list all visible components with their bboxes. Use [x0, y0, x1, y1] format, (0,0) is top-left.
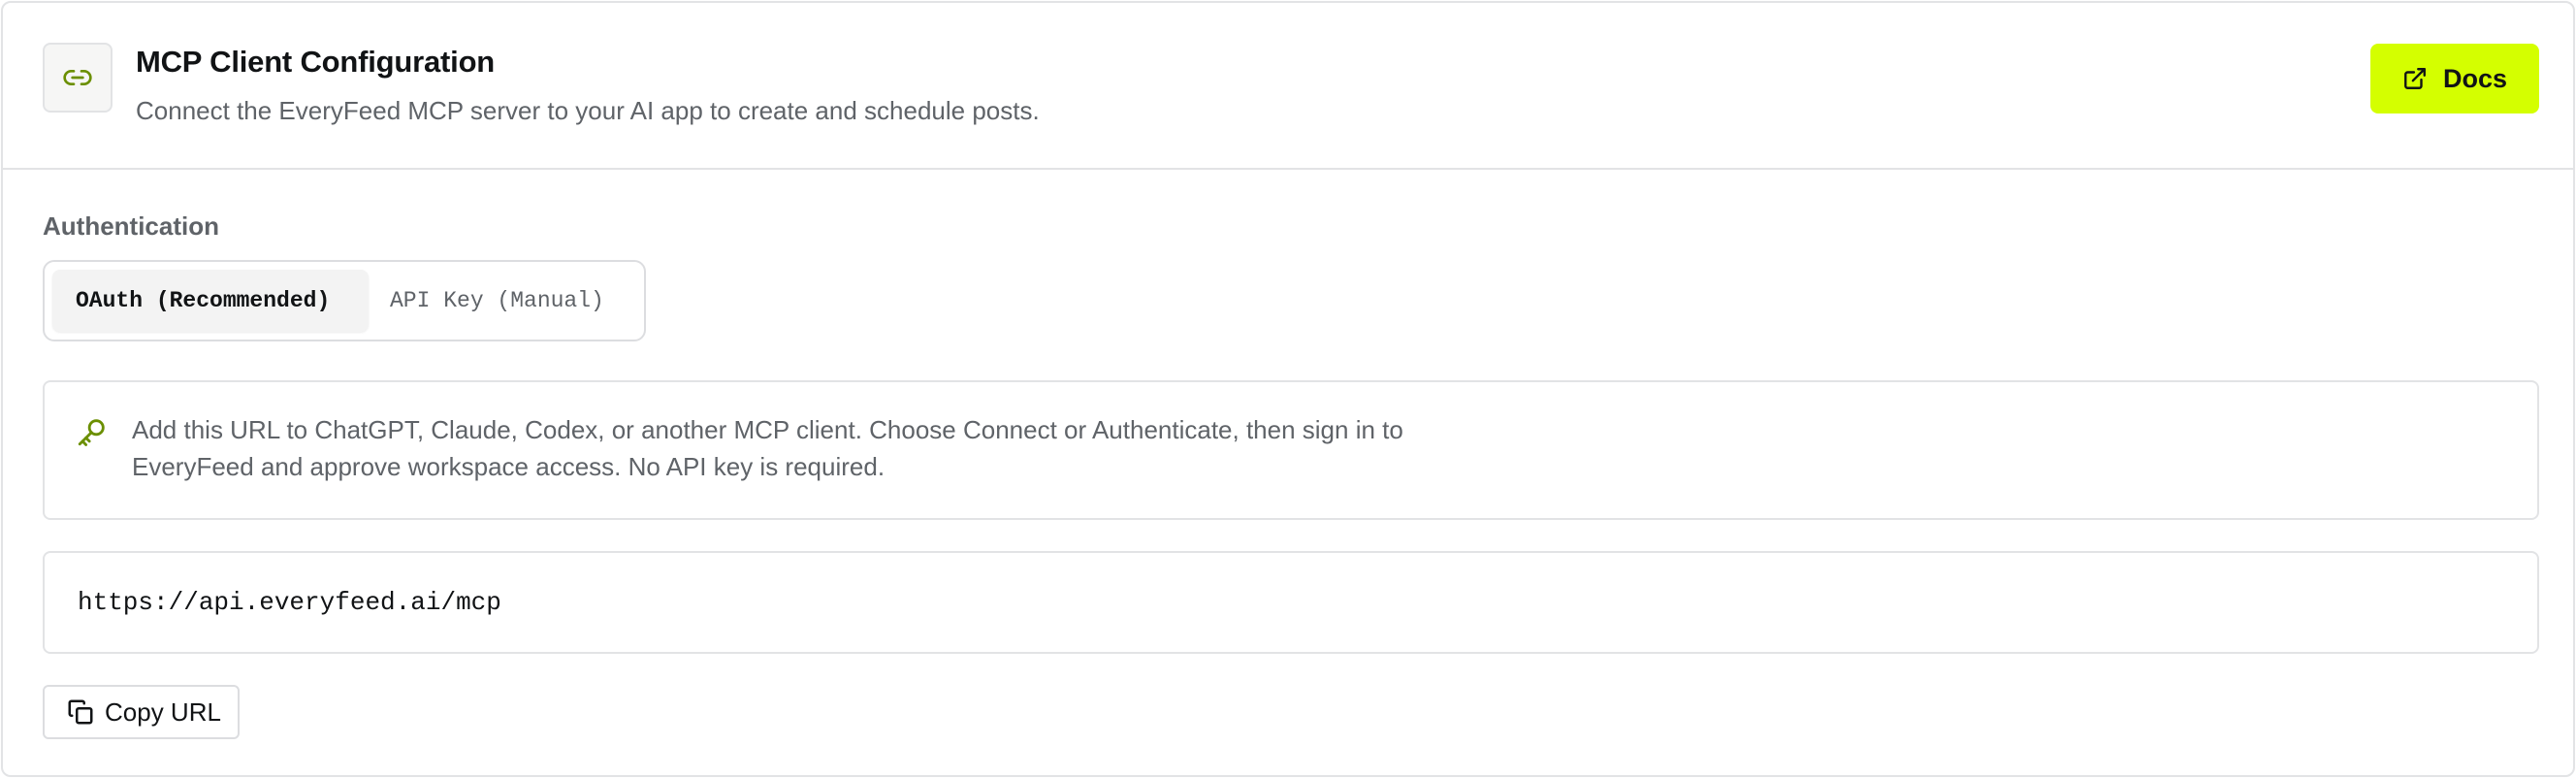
page-title: MCP Client Configuration	[136, 45, 496, 79]
tab-api-key[interactable]: API Key (Manual)	[390, 270, 632, 332]
key-icon	[78, 419, 105, 446]
copy-icon	[68, 699, 93, 725]
header-icon-box	[43, 43, 113, 113]
external-link-icon	[2404, 68, 2426, 89]
page-subtitle: Connect the EveryFeed MCP server to your…	[136, 96, 1040, 125]
tab-oauth[interactable]: OAuth (Recommended)	[52, 270, 369, 332]
mcp-config-card: MCP Client Configuration Connect the Eve…	[1, 1, 2575, 777]
auth-tab-group: OAuth (Recommended) API Key (Manual)	[43, 260, 646, 341]
card-header: MCP Client Configuration Connect the Eve…	[3, 3, 2573, 170]
copy-url-label: Copy URL	[105, 697, 221, 727]
mcp-url-field[interactable]: https://api.everyfeed.ai/mcp	[43, 551, 2539, 654]
copy-url-button[interactable]: Copy URL	[43, 685, 240, 739]
docs-button[interactable]: Docs	[2370, 44, 2539, 113]
authentication-label: Authentication	[43, 211, 219, 241]
docs-button-label: Docs	[2442, 63, 2508, 93]
info-text: Add this URL to ChatGPT, Claude, Codex, …	[132, 415, 1403, 481]
info-callout: Add this URL to ChatGPT, Claude, Codex, …	[43, 380, 2539, 520]
link-icon	[63, 70, 92, 85]
